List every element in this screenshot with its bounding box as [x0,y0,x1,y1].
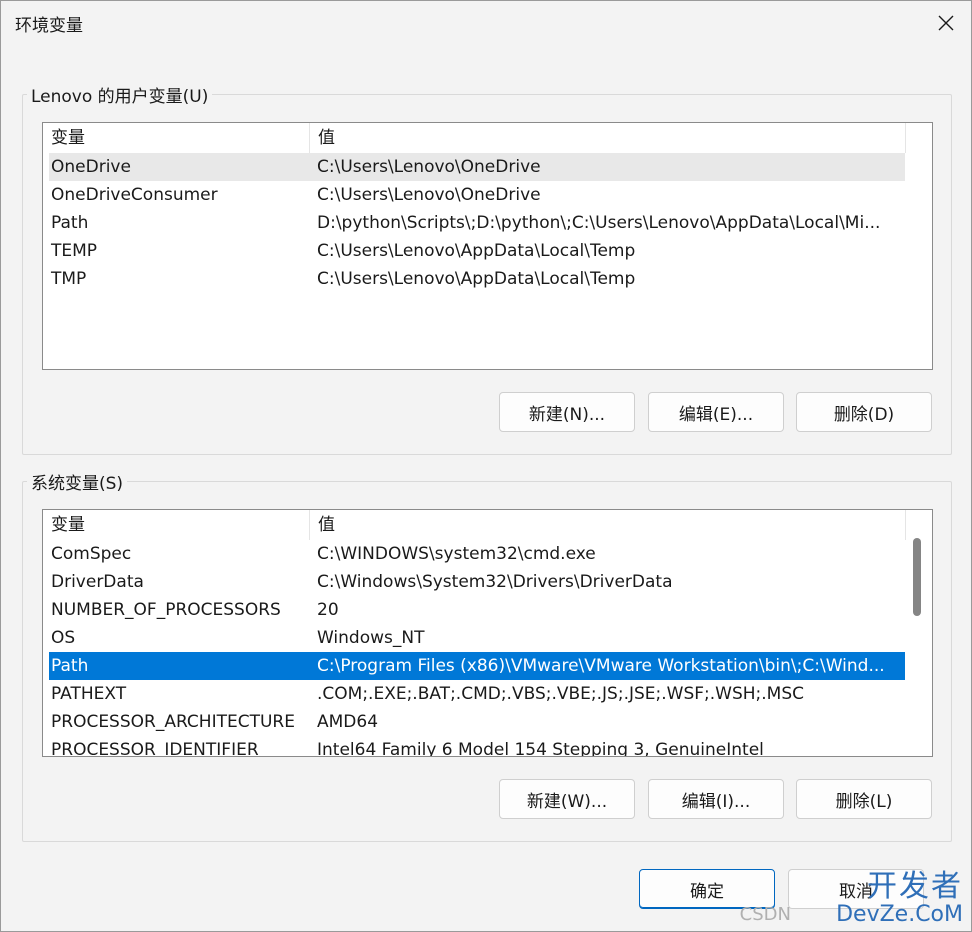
table-row[interactable]: PROCESSOR_IDENTIFIER Intel64 Family 6 Mo… [49,736,905,757]
table-row[interactable]: DriverData C:\Windows\System32\Drivers\D… [49,568,905,596]
column-header-value[interactable]: 值 [310,123,906,153]
table-row[interactable]: OneDrive C:\Users\Lenovo\OneDrive [49,153,905,181]
variable-name: DriverData [51,572,144,592]
user-variables-label: Lenovo 的用户变量(U) [27,82,213,107]
table-row[interactable]: OS Windows_NT [49,624,905,652]
table-row[interactable]: NUMBER_OF_PROCESSORS 20 [49,596,905,624]
table-row[interactable]: PATHEXT .COM;.EXE;.BAT;.CMD;.VBS;.VBE;.J… [49,680,905,708]
table-row[interactable]: Path D:\python\Scripts\;D:\python\;C:\Us… [49,209,905,237]
variable-name: Path [51,213,89,233]
variable-value: D:\python\Scripts\;D:\python\;C:\Users\L… [317,213,881,233]
variable-name: OS [51,628,76,648]
variable-value: Intel64 Family 6 Model 154 Stepping 3, G… [317,740,764,757]
variable-name: TMP [51,269,87,289]
scrollbar-thumb[interactable] [913,538,921,616]
variable-name: PROCESSOR_IDENTIFIER [51,740,259,757]
variable-value: C:\WINDOWS\system32\cmd.exe [317,544,596,564]
user-variables-list[interactable]: 变量 值 OneDrive C:\Users\Lenovo\OneDrive O… [42,122,933,370]
user-delete-button[interactable]: 删除(D) [796,392,932,432]
variable-value: C:\Program Files (x86)\VMware\VMware Wor… [317,656,885,676]
variable-value: Windows_NT [317,628,425,648]
user-edit-button[interactable]: 编辑(E)... [648,392,784,432]
table-row-selected[interactable]: Path C:\Program Files (x86)\VMware\VMwar… [49,652,905,680]
variable-value: C:\Users\Lenovo\OneDrive [317,185,541,205]
variable-value: C:\Windows\System32\Drivers\DriverData [317,572,673,592]
table-row[interactable]: TEMP C:\Users\Lenovo\AppData\Local\Temp [49,237,905,265]
system-delete-button[interactable]: 删除(L) [796,779,932,819]
close-button[interactable] [921,1,971,45]
table-row[interactable]: OneDriveConsumer C:\Users\Lenovo\OneDriv… [49,181,905,209]
variable-name: OneDrive [51,157,131,177]
table-row[interactable]: TMP C:\Users\Lenovo\AppData\Local\Temp [49,265,905,293]
variable-value: 20 [317,600,339,620]
system-variables-label: 系统变量(S) [27,469,128,494]
variable-name: NUMBER_OF_PROCESSORS [51,600,281,620]
column-header-value[interactable]: 值 [310,510,906,540]
variable-name: PROCESSOR_ARCHITECTURE [51,712,295,732]
csdn-watermark: CSDN [739,904,791,925]
cancel-button[interactable]: 取消 [788,869,924,909]
column-header-variable[interactable]: 变量 [43,123,310,153]
close-icon [938,15,954,31]
variable-name: TEMP [51,241,98,261]
table-row[interactable]: PROCESSOR_ARCHITECTURE AMD64 [49,708,905,736]
window-title: 环境变量 [15,16,83,36]
environment-variables-dialog: 环境变量 Lenovo 的用户变量(U) 变量 值 OneDrive C:\Us… [0,0,972,932]
list-header: 变量 值 [43,123,906,153]
list-header: 变量 值 [43,510,906,540]
variable-value: AMD64 [317,712,379,732]
variable-name: OneDriveConsumer [51,185,218,205]
user-new-button[interactable]: 新建(N)... [499,392,635,432]
variable-value: C:\Users\Lenovo\AppData\Local\Temp [317,269,636,289]
variable-value: .COM;.EXE;.BAT;.CMD;.VBS;.VBE;.JS;.JSE;.… [317,684,805,704]
system-variables-list[interactable]: 变量 值 ComSpec C:\WINDOWS\system32\cmd.exe… [42,509,933,757]
system-new-button[interactable]: 新建(W)... [499,779,635,819]
system-edit-button[interactable]: 编辑(I)... [648,779,784,819]
table-row[interactable]: ComSpec C:\WINDOWS\system32\cmd.exe [49,540,905,568]
variable-value: C:\Users\Lenovo\AppData\Local\Temp [317,241,636,261]
variable-name: ComSpec [51,544,132,564]
ok-button[interactable]: 确定 [639,869,775,909]
variable-value: C:\Users\Lenovo\OneDrive [317,157,541,177]
title-bar: 环境变量 [1,1,971,45]
variable-name: PATHEXT [51,684,127,704]
variable-name: Path [51,656,89,676]
vertical-scrollbar[interactable] [908,510,926,756]
column-header-variable[interactable]: 变量 [43,510,310,540]
